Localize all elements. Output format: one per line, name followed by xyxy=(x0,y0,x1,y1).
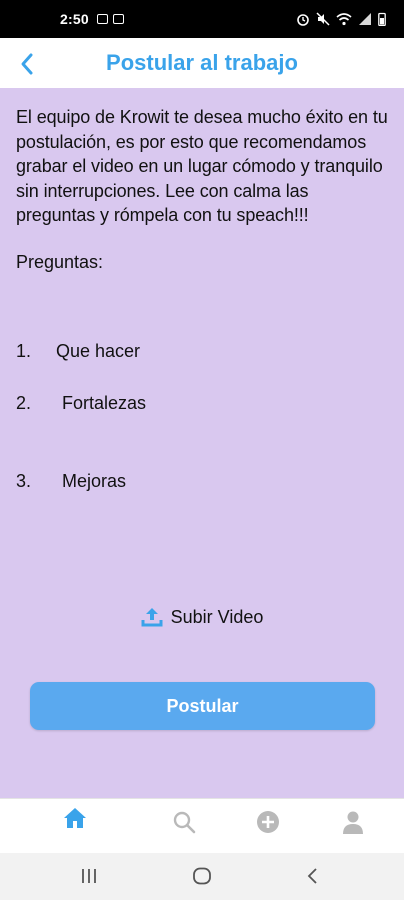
status-time: 2:50 xyxy=(60,11,89,27)
upload-video-button[interactable]: Subir Video xyxy=(0,606,404,628)
signal-icon xyxy=(359,13,371,25)
question-item: 1. Que hacer xyxy=(16,341,140,362)
application-content: El equipo de Krowit te desea mucho éxito… xyxy=(0,88,404,798)
wifi-icon xyxy=(336,13,352,26)
upload-icon xyxy=(141,608,163,627)
question-number: 2. xyxy=(16,393,32,413)
profile-icon[interactable] xyxy=(340,809,366,835)
question-number: 3. xyxy=(16,471,32,491)
question-item: 3. Mejoras xyxy=(16,471,126,492)
notification-icons xyxy=(96,14,124,24)
system-status-icons xyxy=(296,12,386,26)
gallery-notification-icon xyxy=(96,14,108,24)
question-number: 1. xyxy=(16,341,32,361)
page-title: Postular al trabajo xyxy=(106,50,298,75)
search-icon[interactable] xyxy=(171,809,197,835)
status-bar: 2:50 xyxy=(0,0,404,38)
upload-video-label: Subir Video xyxy=(170,606,264,627)
app-header: Postular al trabajo xyxy=(0,38,404,88)
system-navigation-bar xyxy=(0,853,404,900)
question-text: Que hacer xyxy=(56,341,141,361)
battery-icon xyxy=(378,12,386,26)
question-text: Mejoras xyxy=(62,471,127,491)
system-back-icon[interactable] xyxy=(306,867,320,885)
question-item: 2. Fortalezas xyxy=(16,393,146,414)
mute-icon xyxy=(316,12,330,26)
home-button-icon[interactable] xyxy=(192,867,212,885)
question-text: Fortalezas xyxy=(62,393,147,413)
alarm-icon xyxy=(297,14,309,26)
recent-apps-icon[interactable] xyxy=(80,867,98,885)
questions-heading: Preguntas: xyxy=(16,251,104,272)
intro-text: El equipo de Krowit te desea mucho éxito… xyxy=(16,107,388,225)
back-icon[interactable] xyxy=(14,50,42,78)
bottom-nav xyxy=(0,798,404,853)
app-notification-icon xyxy=(112,14,124,24)
home-icon[interactable] xyxy=(62,805,88,831)
add-circle-icon[interactable] xyxy=(255,809,281,835)
postular-button[interactable]: Postular xyxy=(30,682,375,730)
